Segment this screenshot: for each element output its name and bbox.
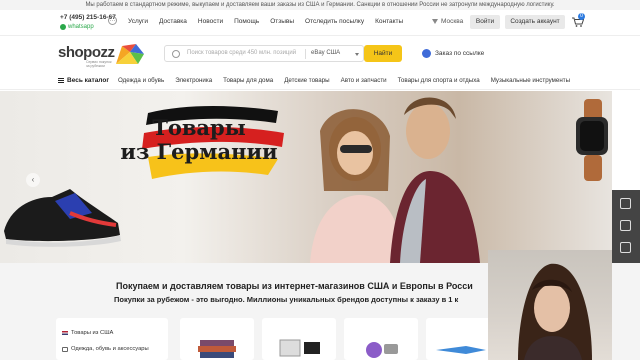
- menu-item-track[interactable]: Отследить посылку: [305, 18, 364, 25]
- category-list: Одежда и обувь Электроника Товары для до…: [118, 77, 570, 84]
- search-button[interactable]: Найти: [364, 45, 402, 62]
- hero-title: Товары из Германии: [114, 116, 284, 164]
- menu-item-news[interactable]: Новости: [198, 18, 223, 25]
- product-image: [279, 339, 320, 357]
- whatsapp-label: whatsapp: [68, 24, 94, 30]
- elephant-logo-icon[interactable]: [114, 42, 146, 66]
- hero-title-line2: из Германии: [120, 139, 278, 164]
- cart-count-badge: 0: [578, 13, 585, 20]
- category-bar: Весь каталог Одежда и обувь Электроника …: [0, 72, 640, 90]
- bookmark-icon[interactable]: [620, 198, 631, 209]
- search-input[interactable]: Поиск товаров среди 450 млн. позиций: [187, 50, 296, 56]
- product-image: [366, 342, 398, 358]
- user-icon[interactable]: [620, 242, 631, 253]
- sneaker-image: [4, 189, 121, 247]
- whatsapp-icon: [60, 24, 66, 30]
- chat-icon[interactable]: …: [108, 16, 117, 25]
- top-menu: Услуги Доставка Новости Помощь Отзывы От…: [128, 18, 403, 25]
- location-selector[interactable]: Москва: [432, 18, 463, 25]
- logo[interactable]: shopozz: [58, 44, 115, 61]
- order-link-label: Заказ по ссылке: [435, 50, 485, 57]
- product-card[interactable]: [344, 318, 418, 360]
- category-home[interactable]: Товары для дома: [223, 77, 273, 84]
- search-bar[interactable]: Поиск товаров среди 450 млн. позиций eBa…: [164, 45, 364, 62]
- couple-image: [310, 97, 480, 263]
- menu-item-services[interactable]: Услуги: [128, 18, 148, 25]
- smartwatch-image: [576, 99, 608, 181]
- arrow-left-icon[interactable]: ‹: [26, 173, 40, 187]
- product-card[interactable]: [180, 318, 254, 360]
- all-catalog-button[interactable]: Весь каталог: [58, 77, 109, 84]
- notice-bar: Мы работаем в стандартном режиме, выкупа…: [0, 0, 640, 10]
- order-link-icon: [422, 49, 431, 58]
- product-card[interactable]: [262, 318, 336, 360]
- category-music[interactable]: Музыкальные инструменты: [491, 77, 570, 84]
- register-button[interactable]: Создать аккаунт: [505, 15, 565, 29]
- sidebar-item-label: Одежда, обувь и аксессуары: [71, 346, 149, 352]
- whatsapp-link[interactable]: whatsapp: [60, 24, 94, 30]
- clothes-icon: [62, 346, 68, 352]
- search-icon: [172, 50, 180, 58]
- logo-tagline: Сервис покупок за рубежом: [86, 60, 112, 68]
- site-header: shopozz Сервис покупок за рубежом Поиск …: [0, 37, 640, 70]
- chevron-down-icon: [355, 53, 359, 56]
- location-pin-icon: [432, 19, 438, 24]
- webcam-overlay: [488, 250, 612, 360]
- menu-item-help[interactable]: Помощь: [234, 18, 259, 25]
- category-clothes[interactable]: Одежда и обувь: [118, 77, 164, 84]
- category-sport[interactable]: Товары для спорта и отдыха: [398, 77, 480, 84]
- burger-icon: [58, 78, 64, 83]
- section-subtitle: Покупки за рубежом - это выгодно. Миллио…: [114, 295, 459, 304]
- search-source-select[interactable]: eBay США: [311, 50, 340, 56]
- order-by-link[interactable]: Заказ по ссылке: [422, 49, 484, 58]
- section-title: Покупаем и доставляем товары из интернет…: [116, 281, 473, 291]
- sidebar-item-usa[interactable]: Товары из США: [62, 330, 113, 336]
- product-image: [198, 340, 236, 358]
- sidebar-item-label: Товары из США: [71, 330, 114, 336]
- presenter-video: [518, 263, 592, 360]
- top-nav: +7 (495) 215-16-67 whatsapp … Услуги Дос…: [0, 10, 640, 36]
- menu-item-delivery[interactable]: Доставка: [159, 18, 187, 25]
- category-electronics[interactable]: Электроника: [175, 77, 212, 84]
- search-divider: [305, 49, 306, 59]
- menu-item-contacts[interactable]: Контакты: [375, 18, 403, 25]
- catalog-sidebar: Товары из США Одежда, обувь и аксессуары: [56, 318, 168, 360]
- sidebar-item-clothes[interactable]: Одежда, обувь и аксессуары: [62, 346, 149, 352]
- menu-item-reviews[interactable]: Отзывы: [270, 18, 294, 25]
- category-kids[interactable]: Детские товары: [284, 77, 329, 84]
- us-flag-icon: [62, 331, 68, 335]
- login-button[interactable]: Войти: [470, 15, 500, 29]
- hero-title-line1: Товары: [152, 115, 246, 140]
- category-auto[interactable]: Авто и запчасти: [341, 77, 387, 84]
- location-label: Москва: [441, 18, 464, 25]
- gift-icon[interactable]: [620, 220, 631, 231]
- hero-banner[interactable]: [0, 91, 612, 263]
- all-catalog-label: Весь каталог: [67, 77, 110, 84]
